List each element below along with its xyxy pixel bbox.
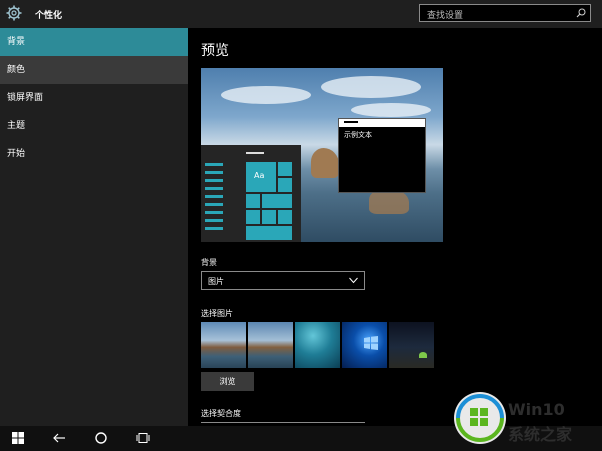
search-placeholder: 查找设置 [427,11,464,21]
sidebar-item-lock-screen[interactable]: 锁屏界面 [0,84,188,112]
watermark-subtitle: 系统之家 [508,425,573,444]
tile [262,210,276,224]
app-entry [205,195,223,198]
sidebar-item-label: 背景 [7,37,26,47]
main-content: 预览 Aa 示例文本 背景 图片 选择图片 浏览 选择契合度 [188,28,602,426]
tiles-header [246,152,264,154]
watermark-logo [454,392,506,444]
cloud [221,86,311,104]
thumbnail-beach-rocks-2[interactable] [248,322,293,368]
sidebar: 背景 颜色 锁屏界面 主题 开始 [0,28,188,426]
task-view-icon[interactable] [136,431,150,445]
app-entry [205,163,223,166]
sample-window: 示例文本 [338,118,426,193]
app-entry [205,171,223,174]
browse-button[interactable]: 浏览 [201,372,254,391]
tile [246,226,292,240]
thumbnail-night-sky[interactable] [389,322,434,368]
search-icon[interactable] [576,8,586,18]
sidebar-item-start[interactable]: 开始 [0,140,188,168]
thumbnail-windows-hero[interactable] [342,322,387,368]
tent-glow [419,352,427,358]
background-dropdown[interactable]: 图片 [201,271,365,290]
sample-window-titlebar [339,119,425,127]
cortana-circle-icon[interactable] [94,431,108,445]
choose-fit-label: 选择契合度 [201,409,241,418]
sidebar-item-label: 锁屏界面 [7,93,44,103]
tile [278,162,292,176]
chevron-down-icon [349,277,358,284]
app-entry [205,187,223,190]
watermark: Win10 系统之家 [450,388,602,448]
title-bar: 个性化 查找设置 [0,0,602,28]
sidebar-item-label: 主题 [7,121,26,131]
app-entry [205,179,223,182]
choose-picture-label: 选择图片 [201,309,233,318]
tile-label: Aa [254,171,265,180]
thumbnail-beach-rocks[interactable] [201,322,246,368]
sidebar-item-label: 开始 [7,149,26,159]
sample-text: 示例文本 [344,131,372,139]
app-entry [205,219,223,222]
app-entry [205,203,223,206]
back-arrow-icon[interactable] [52,431,66,445]
dropdown-value: 图片 [208,277,224,286]
sample-window-dash [344,121,358,123]
tile [262,194,292,208]
sidebar-item-background[interactable]: 背景 [0,28,188,56]
gear-icon [6,5,22,21]
app-title: 个性化 [35,11,63,21]
rock [311,148,339,178]
sidebar-item-themes[interactable]: 主题 [0,112,188,140]
cloud [351,103,431,117]
windows-logo-icon [364,336,378,350]
background-label: 背景 [201,258,217,267]
tile [246,210,260,224]
tile-large: Aa [246,162,276,192]
thumbnail-underwater[interactable] [295,322,340,368]
tile [246,194,260,208]
tile [278,210,292,224]
app-entry [205,211,223,214]
windows-start-icon[interactable] [11,431,25,445]
app-entry [205,227,223,230]
start-menu-preview: Aa [201,145,301,242]
search-input[interactable]: 查找设置 [419,4,591,22]
sidebar-item-label: 颜色 [7,65,26,75]
watermark-title: Win10 [508,400,565,419]
cloud [321,76,421,98]
sidebar-item-colors[interactable]: 颜色 [0,56,188,84]
picture-thumbnails [201,322,436,368]
preview-image: Aa 示例文本 [201,68,443,242]
page-title: 预览 [201,43,229,59]
tile [278,178,292,192]
